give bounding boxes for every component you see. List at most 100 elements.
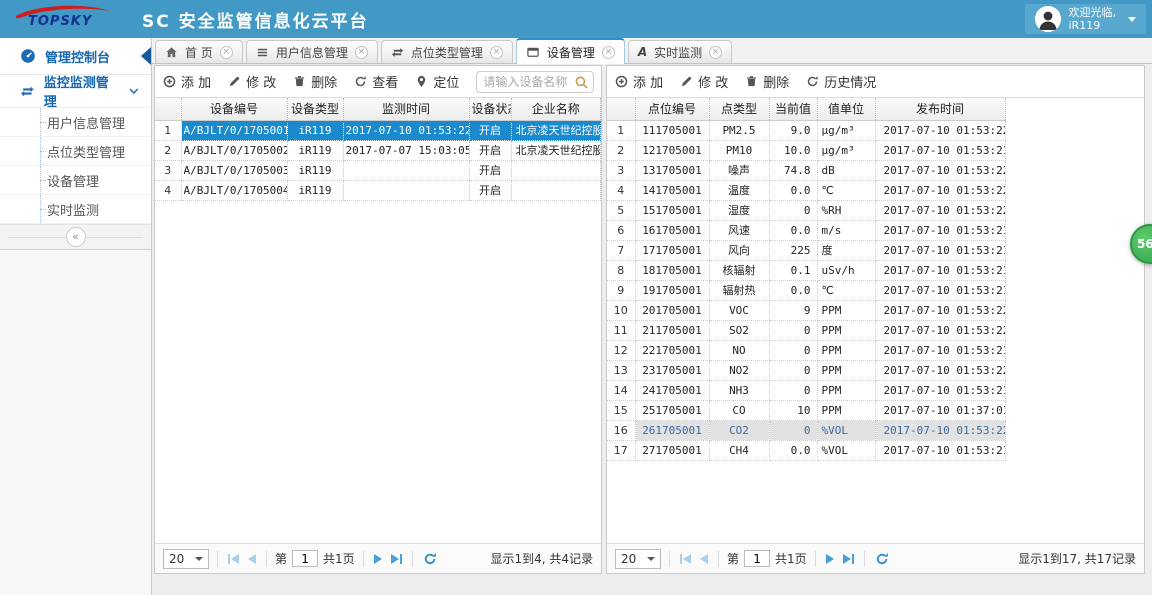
table-row[interactable]: 15 251705001 CO 10 PPM 2017-07-10 01:37:01: [607, 400, 1006, 421]
cell: m/s: [817, 220, 876, 241]
last-page-button[interactable]: [389, 553, 404, 564]
cell: 0: [769, 360, 818, 381]
table-row[interactable]: 3 131705001 噪声 74.8 dB 2017-07-10 01:53:22: [607, 160, 1006, 181]
search-icon[interactable]: [574, 75, 589, 90]
cell: 0.0: [769, 440, 818, 461]
tab-user-info[interactable]: 用户信息管理 ×: [245, 40, 378, 63]
cell: PPM: [817, 340, 876, 361]
page-input[interactable]: [744, 550, 771, 567]
content: 首 页 × 用户信息管理 × 点位类型管理 × 设备管理 × A 实时监测 × …: [152, 38, 1152, 595]
home-icon: [166, 46, 177, 57]
tab-realtime[interactable]: A 实时监测 ×: [627, 40, 733, 63]
sidebar-item-monitor-group[interactable]: 监控监测管理: [0, 75, 151, 110]
prev-page-button[interactable]: [698, 553, 710, 564]
sidebar-item-user-info[interactable]: 用户信息管理: [0, 108, 151, 137]
table-row[interactable]: 7 171705001 风向 225 度 2017-07-10 01:53:21: [607, 240, 1006, 261]
table-row[interactable]: 10 201705001 VOC 9 PPM 2017-07-10 01:53:22: [607, 300, 1006, 321]
sidebar-item-point-type[interactable]: 点位类型管理: [0, 137, 151, 166]
cell: 0: [769, 380, 818, 401]
cell: 2017-07-10 01:53:22: [875, 360, 1006, 381]
tab-close-icon[interactable]: ×: [601, 45, 615, 59]
column-header[interactable]: 监测时间: [343, 98, 470, 121]
column-header[interactable]: 设备状态: [469, 98, 512, 121]
table-row[interactable]: 1 A/BJLT/0/1705001 iR119 2017-07-10 01:53:2…: [155, 120, 601, 141]
edit-icon: [681, 76, 692, 87]
table-row[interactable]: 16 261705001 CO2 0 %VOL 2017-07-10 01:53:22: [607, 420, 1006, 441]
button-label: 修 改: [698, 76, 729, 91]
table-row[interactable]: 13 231705001 NO2 0 PPM 2017-07-10 01:53:22: [607, 360, 1006, 381]
column-header[interactable]: 设备编号: [181, 98, 288, 121]
table-row[interactable]: 11 211705001 SO2 0 PPM 2017-07-10 01:53:22: [607, 320, 1006, 341]
panel-collapse-arrow[interactable]: [141, 47, 151, 65]
add-button[interactable]: 添 加: [163, 72, 211, 91]
list-icon: [257, 48, 267, 56]
table-row[interactable]: 8 181705001 核辐射 0.1 uSv/h 2017-07-10 01:53:21: [607, 260, 1006, 281]
column-header[interactable]: 值单位: [817, 98, 876, 121]
history-button[interactable]: 历史情况: [806, 72, 876, 91]
locate-button[interactable]: 定位: [415, 72, 459, 91]
refresh-button[interactable]: [421, 552, 439, 566]
tab-close-icon[interactable]: ×: [489, 45, 503, 59]
add-button[interactable]: 添 加: [615, 72, 663, 91]
first-page-button[interactable]: [678, 553, 693, 564]
next-page-button[interactable]: [372, 553, 384, 564]
next-page-button[interactable]: [824, 553, 836, 564]
table-row[interactable]: 4 141705001 温度 0.0 ℃ 2017-07-10 01:53:22: [607, 180, 1006, 201]
table-row[interactable]: 6 161705001 风速 0.0 m/s 2017-07-10 01:53:21: [607, 220, 1006, 241]
sidebar-item-console[interactable]: 管理控制台: [0, 38, 151, 75]
tab-device[interactable]: 设备管理 ×: [515, 38, 625, 64]
tab-close-icon[interactable]: ×: [219, 45, 233, 59]
collapse-button[interactable]: «: [65, 227, 86, 247]
table-row[interactable]: 12 221705001 NO 0 PPM 2017-07-10 01:53:21: [607, 340, 1006, 361]
cell: CO: [709, 400, 770, 421]
page-input[interactable]: [292, 550, 319, 567]
select-arrow-icon: [647, 556, 655, 561]
add-icon: [615, 75, 628, 88]
tab-close-icon[interactable]: ×: [354, 45, 368, 59]
cell: 111705001: [635, 120, 710, 141]
sidebar-item-realtime[interactable]: 实时监测: [0, 195, 151, 224]
page-size-select[interactable]: 20: [163, 548, 209, 569]
column-header[interactable]: 当前值: [769, 98, 818, 121]
page-size-select[interactable]: 20: [615, 548, 661, 569]
table-row[interactable]: 14 241705001 NH3 0 PPM 2017-07-10 01:53:21: [607, 380, 1006, 401]
last-page-button[interactable]: [841, 553, 856, 564]
table-row[interactable]: 9 191705001 辐射热 0.0 ℃ 2017-07-10 01:53:21: [607, 280, 1006, 301]
column-header[interactable]: 点位编号: [635, 98, 710, 121]
cell: 0.0: [769, 180, 818, 201]
delete-button[interactable]: 删除: [745, 72, 789, 91]
column-header[interactable]: 发布时间: [875, 98, 1006, 121]
refresh-button[interactable]: [873, 552, 891, 566]
table-row[interactable]: 2 121705001 PM10 10.0 μg/m³ 2017-07-10 01:53:…: [607, 140, 1006, 161]
view-button[interactable]: 查看: [354, 72, 398, 91]
edit-button[interactable]: 修 改: [680, 72, 728, 91]
column-header[interactable]: 点类型: [709, 98, 770, 121]
cell: PM10: [709, 140, 770, 161]
user-menu[interactable]: 欢迎光临, iR119: [1024, 4, 1146, 34]
table-row[interactable]: 1 111705001 PM2.5 9.0 μg/m³ 2017-07-10 01:53:…: [607, 120, 1006, 141]
tab-point-type[interactable]: 点位类型管理 ×: [380, 40, 513, 63]
cell: NH3: [709, 380, 770, 401]
tab-close-icon[interactable]: ×: [709, 45, 723, 59]
table-row[interactable]: 5 151705001 湿度 0 %RH 2017-07-10 01:53:22: [607, 200, 1006, 221]
cell: [511, 160, 601, 181]
table-row[interactable]: 4 A/BJLT/0/1705004 iR119 开启: [155, 180, 601, 201]
tab-home[interactable]: 首 页 ×: [155, 40, 243, 63]
table-row[interactable]: 2 A/BJLT/0/1705002 iR119 2017-07-07 15:03:0…: [155, 140, 601, 161]
app: TOPSKY SC 安全监管信息化云平台 欢迎光临, iR119 管理控制台 监…: [0, 0, 1152, 595]
row-number: 1: [155, 120, 182, 141]
cell: 2017-07-10 01:53:22: [875, 180, 1006, 201]
sidebar-item-device[interactable]: 设备管理: [0, 166, 151, 195]
person-icon: [1034, 6, 1061, 32]
column-header[interactable]: 设备类型: [287, 98, 344, 121]
cell: A/BJLT/0/1705002: [181, 140, 288, 161]
edit-button[interactable]: 修 改: [228, 72, 276, 91]
prev-page-button[interactable]: [246, 553, 258, 564]
table-row[interactable]: 3 A/BJLT/0/1705003 iR119 开启: [155, 160, 601, 181]
delete-button[interactable]: 删除: [293, 72, 337, 91]
page-title: SC 安全监管信息化云平台: [142, 11, 369, 32]
first-page-button[interactable]: [226, 553, 241, 564]
column-header[interactable]: 企业名称: [511, 98, 601, 121]
tab-label: 设备管理: [546, 45, 595, 60]
table-row[interactable]: 17 271705001 CH4 0.0 %VOL 2017-07-10 01:53:21: [607, 440, 1006, 461]
